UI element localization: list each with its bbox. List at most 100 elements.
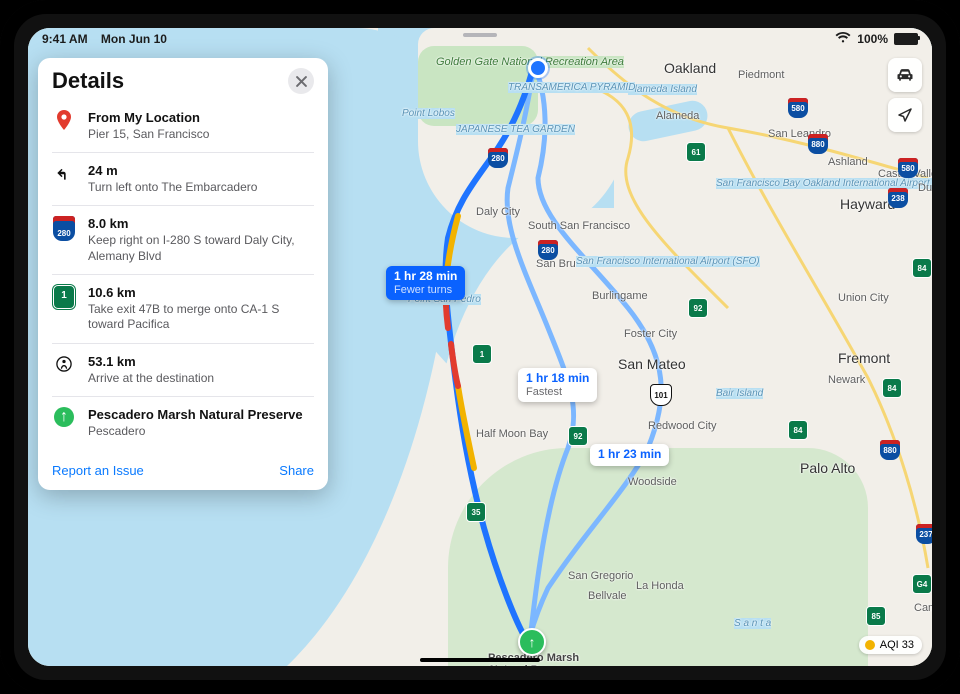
step-title: 8.0 km [88,216,314,232]
step-sub: Arrive at the destination [88,371,314,387]
map-label: Alameda [656,110,699,122]
highway-shield: 92 [568,426,588,446]
highway-shield: 101 [650,384,672,406]
step-icon: 1 [52,285,76,333]
map-label: San Gregorio [568,570,633,582]
step-title: 53.1 km [88,354,314,370]
aqi-text: AQI 33 [880,639,914,651]
highway-shield: 880 [808,134,828,154]
highway-shield: 92 [688,298,708,318]
highway-shield: 580 [898,158,918,178]
panel-footer: Report an Issue Share [38,455,328,490]
callout-time: 1 hr 23 min [598,448,661,462]
status-bar: 9:41 AM Mon Jun 10 100% [28,28,932,50]
battery-icon [894,33,918,45]
map-label: Foster City [624,328,677,340]
highway-shield: 61 [686,142,706,162]
highway-shield: 580 [788,98,808,118]
step-sub: Turn left onto The Embarcadero [88,180,314,196]
status-right: 100% [835,32,918,47]
destination-pin[interactable]: ↑ [518,628,546,656]
map-label: Piedmont [738,69,784,81]
start-pin[interactable] [528,58,548,78]
report-issue-link[interactable]: Report an Issue [52,463,144,478]
panel-title: Details [52,68,124,94]
step-body: 8.0 kmKeep right on I-280 S toward Daly … [88,216,314,264]
map-controls [888,58,922,132]
highway-shield: 84 [788,420,808,440]
map-label: Daly City [476,206,520,218]
step-title: 10.6 km [88,285,314,301]
step-sub: Take exit 47B to merge onto CA-1 S towar… [88,302,314,333]
map-label: Hayward [840,196,895,212]
map-label: Bair Island [716,388,763,399]
callout-sub: Fewer turns [394,284,457,297]
route-callout[interactable]: 1 hr 28 minFewer turns [386,266,465,300]
map-label: Burlingame [592,290,648,302]
step-body: 10.6 kmTake exit 47B to merge onto CA-1 … [88,285,314,333]
aqi-badge[interactable]: AQI 33 [859,636,922,654]
map-label: Point Lobos [402,108,455,119]
step-icon: 280 [52,216,76,264]
map-label: Alameda Island [628,84,697,95]
car-icon [895,65,915,85]
step-icon [52,354,76,386]
share-link[interactable]: Share [279,463,314,478]
map-label: Half Moon Bay [476,428,548,440]
step-icon [52,163,76,195]
close-button[interactable] [288,68,314,94]
step-sub: Pescadero [88,424,314,440]
step-sub: Pier 15, San Francisco [88,127,314,143]
highway-shield: 280 [488,148,508,168]
map-label: Ashland [828,156,868,168]
highway-shield: 85 [866,606,886,626]
map-label: Oakland [664,60,716,76]
wifi-icon [835,32,851,47]
ipad-frame: 9:41 AM Mon Jun 10 100% [0,0,960,694]
map-label: Du [918,182,932,194]
route-callout[interactable]: 1 hr 23 min [590,444,669,466]
screen: 9:41 AM Mon Jun 10 100% [28,28,932,666]
step-sub: Keep right on I-280 S toward Daly City, … [88,233,314,264]
locate-button[interactable] [888,98,922,132]
map-label: Fremont [838,350,890,366]
highway-shield: 84 [912,258,932,278]
direction-step[interactable]: From My LocationPier 15, San Francisco [52,100,314,153]
map-label: La Honda [636,580,684,592]
step-icon [52,110,76,142]
aqi-dot-icon [865,640,875,650]
direction-step[interactable]: 110.6 kmTake exit 47B to merge onto CA-1… [52,275,314,344]
direction-step[interactable]: ↑Pescadero Marsh Natural PreservePescade… [52,397,314,449]
direction-step[interactable]: 24 mTurn left onto The Embarcadero [52,153,314,206]
directions-list[interactable]: From My LocationPier 15, San Francisco 24… [38,100,328,455]
highway-shield: 280 [538,240,558,260]
direction-step[interactable]: 280 8.0 kmKeep right on I-280 S toward Da… [52,206,314,275]
map-label: TRANSAMERICA PYRAMID [508,82,635,93]
location-arrow-icon [896,106,914,124]
step-body: 24 mTurn left onto The Embarcadero [88,163,314,195]
battery-pct: 100% [857,32,888,46]
step-body: From My LocationPier 15, San Francisco [88,110,314,142]
status-date: Mon Jun 10 [101,32,167,46]
direction-step[interactable]: 53.1 kmArrive at the destination [52,344,314,397]
grab-handle[interactable] [463,33,497,37]
map-label: San Mateo [618,356,686,372]
highway-shield: 237 [916,524,932,544]
map-label: S a n t a [734,618,771,629]
home-indicator[interactable] [420,658,540,662]
map-label: JAPANESE TEA GARDEN [456,124,575,135]
map-label: Bellvale [588,590,627,602]
driving-mode-button[interactable] [888,58,922,92]
highway-shield: 35 [466,502,486,522]
step-title: 24 m [88,163,314,179]
callout-time: 1 hr 28 min [394,270,457,284]
status-time: 9:41 AM [42,32,88,46]
map-label: Redwood City [648,420,716,432]
map-label: Newark [828,374,865,386]
step-title: From My Location [88,110,314,126]
route-callout[interactable]: 1 hr 18 minFastest [518,368,597,402]
callout-sub: Fastest [526,386,589,399]
map-label: Union City [838,292,889,304]
highway-shield: 238 [888,188,908,208]
map-label: Cam [914,602,932,614]
